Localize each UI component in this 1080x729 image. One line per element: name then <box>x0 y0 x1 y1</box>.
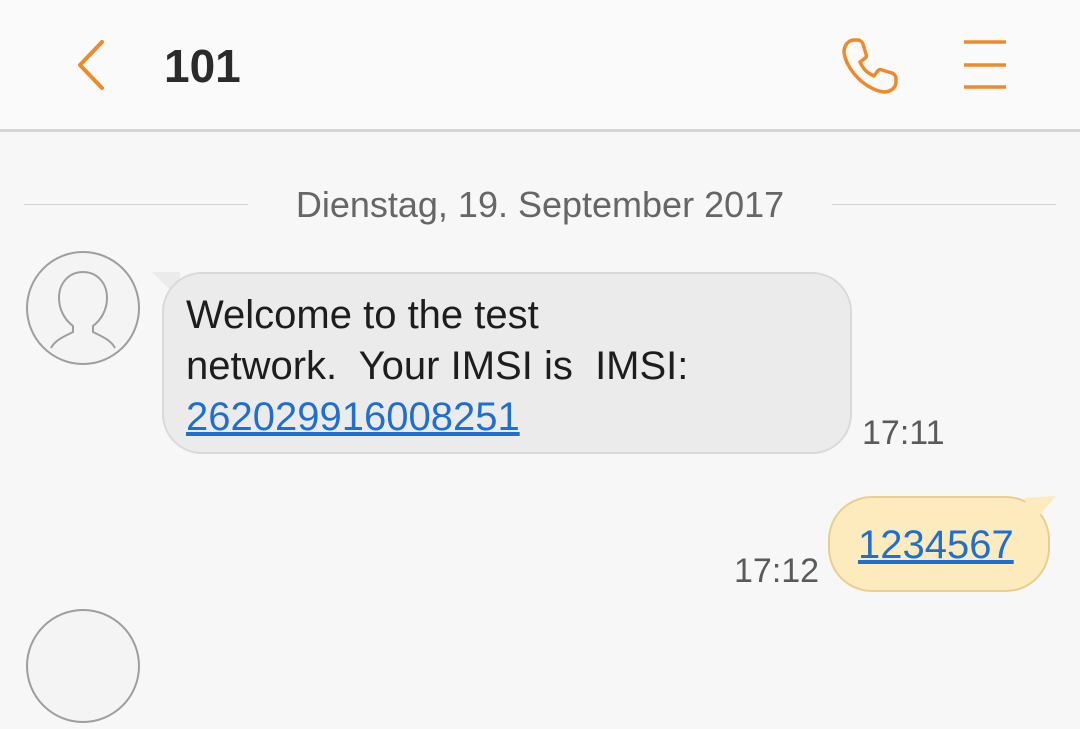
outgoing-message-time: 17:12 <box>734 552 820 590</box>
outgoing-bubble-tail <box>1024 496 1056 522</box>
divider-line <box>832 204 1056 205</box>
person-silhouette-icon <box>26 251 140 365</box>
menu-icon <box>964 40 1006 89</box>
date-divider: Dienstag, 19. September 2017 <box>24 180 1056 230</box>
imsi-number-link[interactable]: 262029916008251 <box>186 392 520 443</box>
menu-button[interactable] <box>950 30 1020 100</box>
back-button[interactable] <box>58 30 128 100</box>
divider-line <box>24 204 248 205</box>
outgoing-number-link[interactable]: 1234567 <box>858 520 1014 571</box>
person-silhouette-icon <box>26 609 140 723</box>
phone-icon <box>842 38 898 94</box>
app-header: 101 <box>0 0 1080 132</box>
date-divider-label: Dienstag, 19. September 2017 <box>295 184 785 225</box>
contact-avatar[interactable] <box>25 608 141 724</box>
conversation-title: 101 <box>164 40 241 92</box>
incoming-message-text: Welcome to the test network. Your IMSI i… <box>186 293 689 388</box>
chevron-left-icon <box>78 40 104 90</box>
contact-avatar[interactable] <box>25 250 141 366</box>
call-button[interactable] <box>832 28 908 104</box>
incoming-message-time: 17:11 <box>862 414 945 452</box>
